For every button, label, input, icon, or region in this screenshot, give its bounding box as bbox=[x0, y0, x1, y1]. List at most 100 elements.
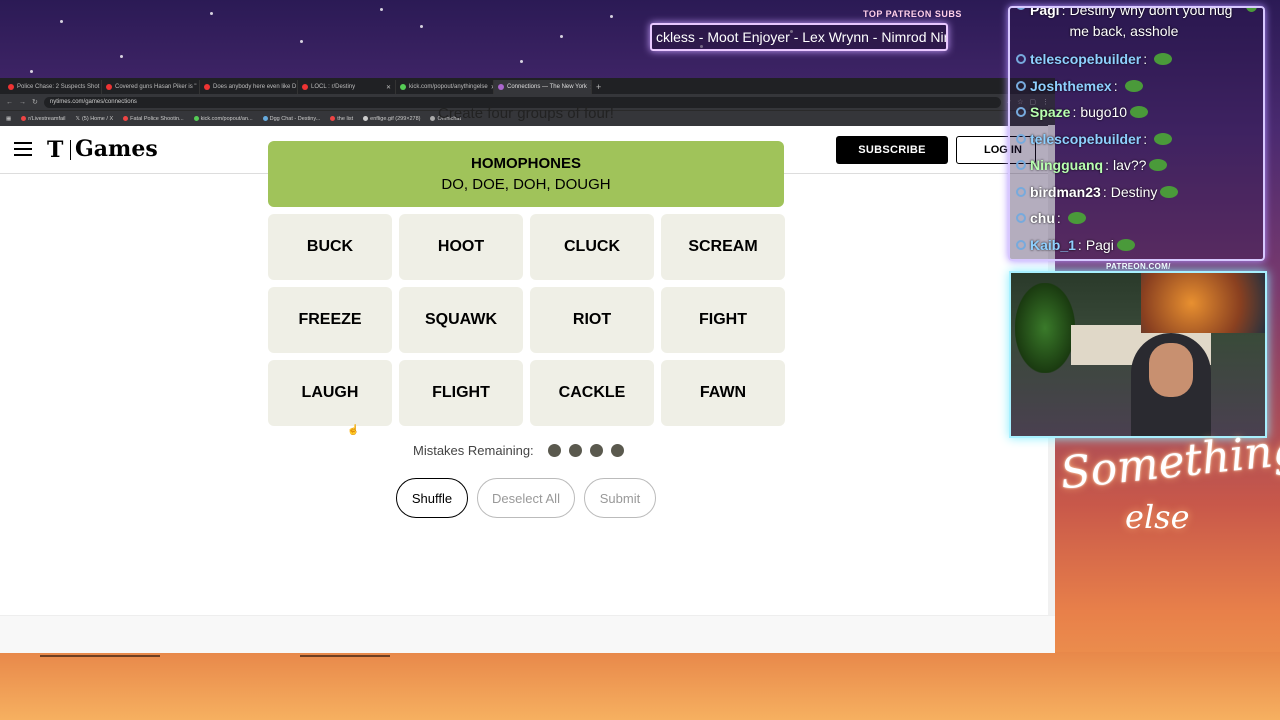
chat-separator: : bbox=[1143, 51, 1148, 68]
chat-username[interactable]: telescopebuilder bbox=[1030, 131, 1141, 147]
browser-tab[interactable]: Police Chase: 2 Suspects Shot✕ bbox=[4, 80, 102, 94]
subscribe-button[interactable]: SUBSCRIBE bbox=[836, 136, 948, 164]
close-icon[interactable]: ✕ bbox=[590, 84, 591, 91]
browser-tab[interactable]: LOCL : r/Destiny ✕ bbox=[298, 80, 396, 94]
emote-icon bbox=[1067, 212, 1086, 225]
chat-text: Destiny why don't you hug me back, assho… bbox=[1069, 6, 1233, 39]
word-card[interactable]: FREEZE bbox=[268, 287, 392, 353]
chat-message: Pagi: Destiny why don't you hug me back, … bbox=[1016, 6, 1257, 46]
emote-icon bbox=[1154, 132, 1173, 145]
painting bbox=[1141, 273, 1265, 333]
nyt-logo-icon[interactable]: T bbox=[47, 137, 63, 163]
chat-text: Pagi bbox=[1085, 236, 1114, 253]
new-tab-button[interactable]: + bbox=[596, 82, 601, 92]
word-card[interactable]: FAWN bbox=[661, 360, 785, 426]
ground-crack bbox=[40, 655, 160, 657]
sub-badge-icon bbox=[1016, 133, 1026, 144]
webcam-feed bbox=[1009, 271, 1267, 438]
word-card[interactable]: RIOT bbox=[530, 287, 654, 353]
star bbox=[610, 15, 613, 18]
page-footer-strip bbox=[0, 615, 1055, 653]
star bbox=[420, 25, 423, 28]
tab-label: Does anybody here even like D bbox=[213, 84, 297, 90]
word-card[interactable]: FLIGHT bbox=[399, 360, 523, 426]
chat-username[interactable]: Spaze bbox=[1030, 104, 1070, 120]
emote-icon bbox=[1124, 79, 1143, 92]
browser-tab[interactable]: kick.com/popout/anythingelse✕ bbox=[396, 80, 494, 94]
word-card[interactable]: SQUAWK bbox=[399, 287, 523, 353]
mouse-cursor-icon: ☝ bbox=[347, 425, 360, 436]
chat-separator: : bbox=[1143, 130, 1148, 147]
tab-label: Covered guns Hasan Piker is " bbox=[115, 84, 197, 90]
submit-button[interactable]: Submit bbox=[584, 478, 656, 518]
mistake-dots bbox=[547, 444, 624, 457]
logo-divider bbox=[70, 140, 71, 160]
chat-separator: : bbox=[1102, 183, 1107, 200]
close-icon[interactable]: ✕ bbox=[386, 84, 391, 91]
word-card[interactable]: CLUCK bbox=[530, 214, 654, 280]
chat-separator: : bbox=[1105, 157, 1109, 174]
tab-favicon-icon bbox=[106, 84, 112, 90]
star bbox=[300, 40, 303, 43]
word-card[interactable]: HOOT bbox=[399, 214, 523, 280]
browser-tabstrip: Police Chase: 2 Suspects Shot✕ Covered g… bbox=[0, 78, 1055, 94]
mistake-dot bbox=[568, 444, 582, 457]
stream-chat: Pagi: Destiny why don't you hug me back, … bbox=[1008, 6, 1265, 261]
deselect-all-button[interactable]: Deselect All bbox=[477, 478, 575, 518]
chat-username[interactable]: Ningguanq bbox=[1030, 157, 1103, 173]
emote-icon bbox=[1116, 238, 1135, 251]
signature-logo-line2: else bbox=[1125, 498, 1190, 536]
chat-username[interactable]: birdman23 bbox=[1030, 184, 1101, 200]
chat-message: Joshthemex: bbox=[1016, 73, 1257, 100]
chat-message: Ningguanq: lav?? bbox=[1016, 152, 1257, 179]
tab-favicon-icon bbox=[8, 84, 14, 90]
sub-badge-icon bbox=[1016, 80, 1026, 91]
emote-icon bbox=[1160, 185, 1179, 198]
star bbox=[60, 20, 63, 23]
browser-tab[interactable]: Does anybody here even like D✕ bbox=[200, 80, 298, 94]
sub-badge-icon bbox=[1016, 107, 1026, 118]
chat-separator: : bbox=[1072, 104, 1077, 121]
stream-background-ground bbox=[0, 652, 1280, 720]
word-card[interactable]: SCREAM bbox=[661, 214, 785, 280]
mistakes-label: Mistakes Remaining: bbox=[413, 443, 534, 458]
chat-username[interactable]: chu bbox=[1030, 210, 1055, 226]
ground-crack bbox=[300, 655, 390, 657]
chat-message: Spaze: bugo10 bbox=[1016, 99, 1257, 126]
chat-username[interactable]: telescopebuilder bbox=[1030, 51, 1141, 67]
solved-group-words: DO, DOE, DOH, DOUGH bbox=[441, 176, 611, 193]
mistake-dot bbox=[589, 444, 603, 457]
word-card[interactable]: BUCK bbox=[268, 214, 392, 280]
star bbox=[30, 70, 33, 73]
emote-icon bbox=[1130, 106, 1149, 119]
word-card[interactable]: LAUGH bbox=[268, 360, 392, 426]
tab-label: Connections — The New York bbox=[507, 84, 587, 90]
hamburger-menu-icon[interactable] bbox=[14, 142, 32, 156]
tab-label: kick.com/popout/anythingelse bbox=[409, 84, 488, 90]
sub-badge-icon bbox=[1016, 213, 1026, 224]
patreon-scroller: ckless - Moot Enjoyer - Lex Wrynn - Nimr… bbox=[650, 23, 948, 51]
mistake-dot bbox=[547, 444, 561, 457]
tab-favicon-icon bbox=[302, 84, 308, 90]
chat-username[interactable]: Pagi bbox=[1030, 8, 1060, 21]
star bbox=[380, 8, 383, 11]
solved-group: HOMOPHONES DO, DOE, DOH, DOUGH bbox=[268, 141, 784, 207]
shuffle-button[interactable]: Shuffle bbox=[396, 478, 468, 518]
star bbox=[120, 55, 123, 58]
word-card[interactable]: CACKLE bbox=[530, 360, 654, 426]
browser-tab-active[interactable]: Connections — The New York✕ bbox=[494, 80, 592, 94]
chat-username[interactable]: Joshthemex bbox=[1030, 78, 1112, 94]
sub-badge-icon bbox=[1016, 160, 1026, 171]
sub-badge-icon bbox=[1016, 239, 1026, 250]
chat-username[interactable]: Kaib_1 bbox=[1030, 237, 1076, 253]
sub-badge-icon bbox=[1016, 8, 1026, 10]
word-grid: BUCK HOOT CLUCK SCREAM FREEZE SQUAWK RIO… bbox=[268, 214, 785, 426]
word-card[interactable]: FIGHT bbox=[661, 287, 785, 353]
chat-message: chu: bbox=[1016, 205, 1257, 232]
games-logo[interactable]: Games bbox=[75, 136, 158, 162]
tab-favicon-icon bbox=[204, 84, 210, 90]
browser-tab[interactable]: Covered guns Hasan Piker is "✕ bbox=[102, 80, 200, 94]
chat-message: telescopebuilder: bbox=[1016, 126, 1257, 153]
star bbox=[520, 60, 523, 63]
star bbox=[560, 35, 563, 38]
